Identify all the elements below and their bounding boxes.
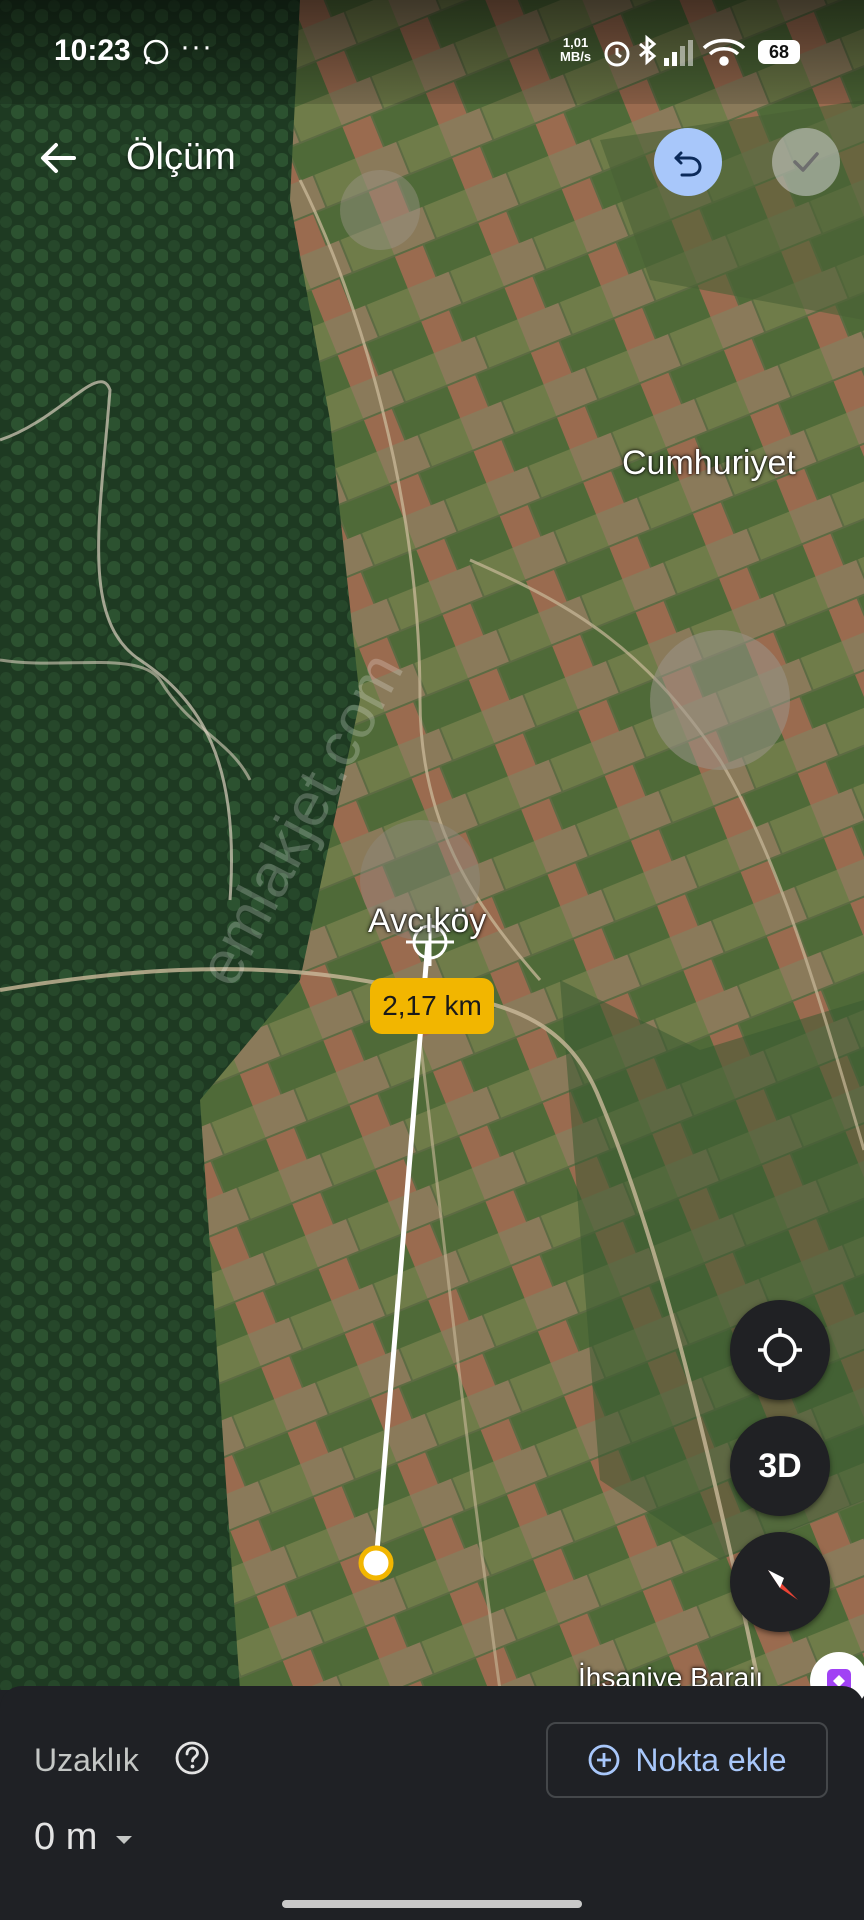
- alarm-icon: [604, 41, 630, 67]
- signal-icon: [664, 40, 693, 66]
- distance-label: 2,17 km: [370, 978, 494, 1034]
- add-point-label: Nokta ekle: [635, 1741, 787, 1778]
- measure-bottom-sheet: Uzaklık 0 m Nokta ekle: [0, 1686, 864, 1920]
- view-3d-button[interactable]: 3D: [730, 1416, 830, 1516]
- measure-start-point: [358, 1545, 394, 1581]
- undo-button[interactable]: [654, 128, 722, 196]
- bluetooth-icon: [639, 34, 657, 66]
- distance-title: Uzaklık: [34, 1742, 139, 1778]
- more-notifications-icon: ···: [180, 30, 213, 63]
- network-speed: 1,01 MB/s: [560, 36, 591, 64]
- my-location-icon: [758, 1328, 802, 1372]
- network-speed-value: 1,01: [562, 35, 589, 50]
- status-bar: 10:23 ··· 1,01 MB/s 68: [0, 0, 864, 104]
- satellite-map[interactable]: emlakjet.com Cumhuriyet Avcıköy İhsaniye…: [0, 0, 864, 1690]
- compass-icon: [768, 1570, 798, 1600]
- arrow-left-icon[interactable]: [30, 130, 86, 186]
- add-point-button[interactable]: Nokta ekle: [546, 1722, 828, 1798]
- compass-button[interactable]: [730, 1532, 830, 1632]
- wifi-icon: [702, 38, 746, 66]
- map-imagery: [0, 0, 864, 1690]
- map-label-cumhuriyet[interactable]: Cumhuriyet: [622, 444, 796, 483]
- battery-indicator: 68: [758, 40, 800, 64]
- undo-icon: [674, 151, 702, 177]
- add-circle-icon: [589, 1744, 620, 1776]
- map-label-avcikoy[interactable]: Avcıköy: [368, 902, 486, 941]
- status-time: 10:23: [54, 34, 131, 67]
- my-location-button[interactable]: [730, 1300, 830, 1400]
- chevron-down-icon[interactable]: [112, 1828, 136, 1852]
- home-indicator[interactable]: [282, 1900, 582, 1908]
- distance-value[interactable]: 0 m: [34, 1816, 97, 1859]
- help-icon[interactable]: [174, 1740, 210, 1776]
- network-speed-unit: MB/s: [560, 49, 592, 64]
- page-title: Ölçüm: [126, 136, 236, 178]
- check-icon: [793, 152, 819, 172]
- done-button[interactable]: [772, 128, 840, 196]
- whatsapp-icon: [143, 39, 169, 65]
